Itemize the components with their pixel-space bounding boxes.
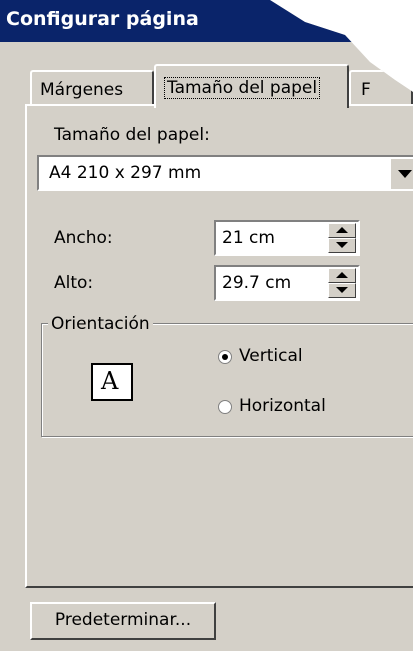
tab-paper-source[interactable]: F	[349, 70, 413, 106]
tab-label: F	[361, 80, 371, 100]
tab-paper-size[interactable]: Tamaño del papel	[154, 64, 349, 108]
window-title: Configurar página	[6, 8, 199, 30]
default-button[interactable]: Predeterminar...	[30, 602, 216, 640]
tab-panel	[25, 104, 413, 588]
tab-margins[interactable]: Márgenes	[30, 70, 154, 106]
page-setup-dialog: Configurar página Márgenes Tamaño del pa…	[0, 0, 413, 651]
tab-label: Tamaño del papel	[164, 77, 321, 99]
tab-label: Márgenes	[40, 80, 124, 100]
title-bar[interactable]: Configurar página	[0, 0, 413, 42]
